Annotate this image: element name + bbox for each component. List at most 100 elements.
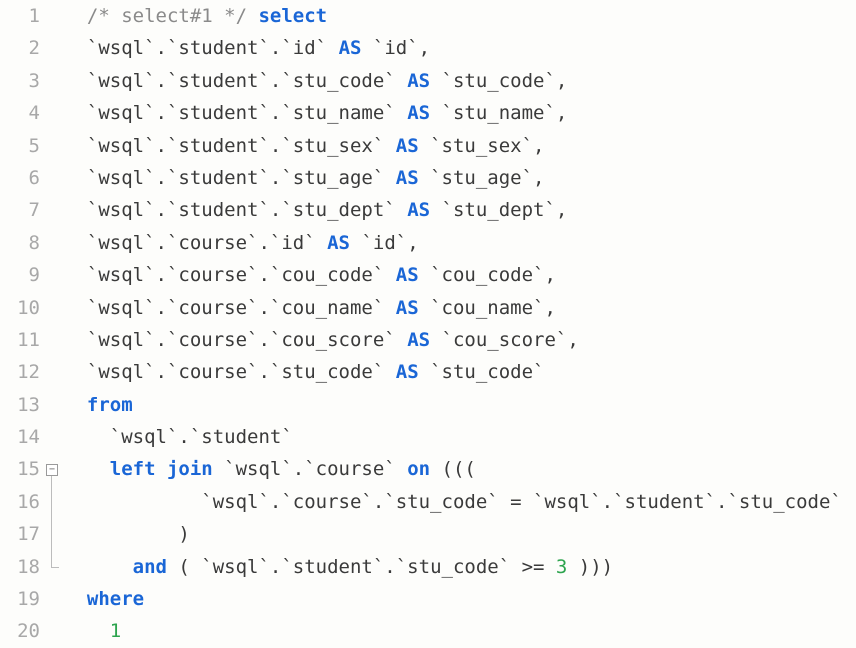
text-token: `wsql`.`student` [110, 426, 293, 448]
number-token: 3 [556, 556, 567, 578]
code-line[interactable]: where [64, 583, 856, 615]
text-token: `wsql`.`student`.`stu_dept` [87, 199, 407, 221]
text-token: `wsql`.`course`.`id` [87, 232, 327, 254]
fold-toggle-icon[interactable]: − [46, 464, 58, 476]
text-token: `wsql`.`course`.`cou_score` [87, 329, 407, 351]
keyword-token: AS [327, 232, 350, 254]
text-token: `wsql`.`student`.`stu_sex` [87, 135, 396, 157]
text-token: `wsql`.`student`.`stu_age` [87, 167, 396, 189]
text-token: `cou_name`, [419, 297, 556, 319]
code-line[interactable]: ) [64, 518, 856, 550]
code-line[interactable]: `wsql`.`student`.`stu_name` AS `stu_name… [64, 97, 856, 129]
code-line[interactable]: left join `wsql`.`course` on ((( [64, 453, 856, 485]
line-number: 1 [0, 0, 40, 32]
line-number: 19 [0, 583, 40, 615]
indent [64, 102, 87, 124]
keyword-token: AS [396, 361, 419, 383]
line-number: 18 [0, 551, 40, 583]
indent [64, 394, 87, 416]
keyword-token: AS [396, 297, 419, 319]
indent [64, 361, 87, 383]
fold-guide-line [51, 476, 52, 567]
line-number: 4 [0, 97, 40, 129]
indent [64, 135, 87, 157]
line-number: 8 [0, 227, 40, 259]
text-token: ) [178, 523, 189, 545]
keyword-token: from [87, 394, 133, 416]
indent [64, 199, 87, 221]
text-token: `cou_code`, [419, 264, 556, 286]
indent [64, 232, 87, 254]
text-token: `wsql`.`student`.`id` [87, 37, 339, 59]
line-number-gutter: 1234567891011121314151617181920 [0, 0, 46, 643]
line-number: 3 [0, 65, 40, 97]
code-line[interactable]: from [64, 389, 856, 421]
code-area[interactable]: /* select#1 */ select `wsql`.`student`.`… [60, 0, 856, 643]
keyword-token: AS [396, 167, 419, 189]
keyword-token: AS [396, 264, 419, 286]
code-line[interactable]: `wsql`.`course`.`cou_score` AS `cou_scor… [64, 324, 856, 356]
code-line[interactable]: `wsql`.`student`.`stu_dept` AS `stu_dept… [64, 194, 856, 226]
keyword-token: AS [339, 37, 362, 59]
keyword-token: AS [407, 70, 430, 92]
code-line[interactable]: and ( `wsql`.`student`.`stu_code` >= 3 )… [64, 551, 856, 583]
number-token: 1 [110, 620, 121, 642]
code-line[interactable]: `wsql`.`course`.`stu_code` = `wsql`.`stu… [64, 486, 856, 518]
fold-end-icon [51, 567, 59, 568]
line-number: 11 [0, 324, 40, 356]
keyword-token: AS [396, 135, 419, 157]
keyword-token: AS [407, 329, 430, 351]
text-token: ((( [430, 458, 476, 480]
keyword-token: where [87, 588, 144, 610]
text-token: ))) [567, 556, 613, 578]
indent [64, 620, 110, 642]
text-token: `stu_sex`, [419, 135, 545, 157]
line-number: 7 [0, 194, 40, 226]
code-line[interactable]: `wsql`.`student`.`stu_code` AS `stu_code… [64, 65, 856, 97]
code-line[interactable]: `wsql`.`course`.`id` AS `id`, [64, 227, 856, 259]
code-line[interactable]: `wsql`.`student`.`stu_age` AS `stu_age`, [64, 162, 856, 194]
text-token: `stu_name`, [430, 102, 567, 124]
text-token: `wsql`.`course`.`cou_name` [87, 297, 396, 319]
text-token: `wsql`.`course` [213, 458, 407, 480]
text-token: `stu_code` [419, 361, 545, 383]
line-number: 10 [0, 292, 40, 324]
indent [64, 37, 87, 59]
line-number: 12 [0, 356, 40, 388]
fold-gutter: − [46, 0, 60, 643]
line-number: 9 [0, 259, 40, 291]
text-token: `stu_code`, [430, 70, 567, 92]
indent [64, 458, 110, 480]
line-number: 6 [0, 162, 40, 194]
comment-token: /* select#1 */ [87, 5, 259, 27]
text-token: `wsql`.`student`.`stu_name` [87, 102, 407, 124]
keyword-token: left join [110, 458, 213, 480]
code-line[interactable]: `wsql`.`course`.`cou_name` AS `cou_name`… [64, 292, 856, 324]
code-line[interactable]: `wsql`.`student` [64, 421, 856, 453]
indent [64, 588, 87, 610]
keyword-token: select [258, 5, 327, 27]
keyword-token: and [133, 556, 167, 578]
line-number: 13 [0, 389, 40, 421]
code-line[interactable]: `wsql`.`student`.`stu_sex` AS `stu_sex`, [64, 130, 856, 162]
indent [64, 5, 87, 27]
line-number: 15 [0, 453, 40, 485]
indent [64, 297, 87, 319]
keyword-token: AS [407, 102, 430, 124]
indent [64, 70, 87, 92]
text-token: `id`, [361, 37, 430, 59]
text-token: `id`, [350, 232, 419, 254]
code-line[interactable]: `wsql`.`course`.`cou_code` AS `cou_code`… [64, 259, 856, 291]
text-token: `cou_score`, [430, 329, 579, 351]
indent [64, 329, 87, 351]
indent [64, 556, 133, 578]
code-line[interactable]: `wsql`.`student`.`id` AS `id`, [64, 32, 856, 64]
code-line[interactable]: `wsql`.`course`.`stu_code` AS `stu_code` [64, 356, 856, 388]
code-editor[interactable]: 1234567891011121314151617181920 − /* sel… [0, 0, 856, 643]
text-token: ( `wsql`.`student`.`stu_code` >= [167, 556, 556, 578]
text-token: `wsql`.`course`.`cou_code` [87, 264, 396, 286]
indent [64, 167, 87, 189]
code-line[interactable]: /* select#1 */ select [64, 0, 856, 32]
line-number: 2 [0, 32, 40, 64]
keyword-token: AS [407, 199, 430, 221]
